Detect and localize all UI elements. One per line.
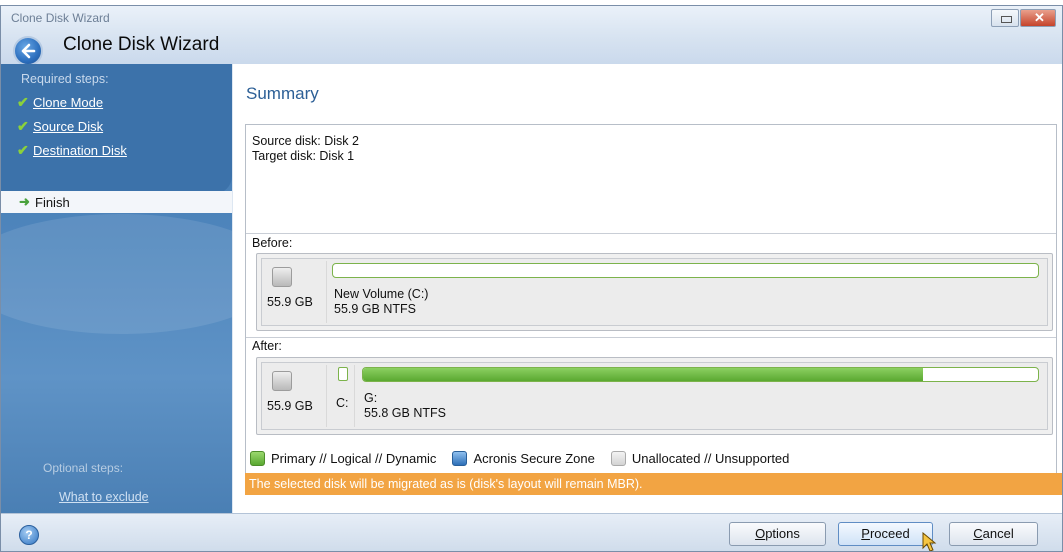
primary-swatch-icon <box>250 451 265 466</box>
check-icon: ✔ <box>17 141 29 158</box>
target-disk-text: Target disk: Disk 1 <box>252 149 355 163</box>
after-volume-fs: 55.8 GB NTFS <box>364 406 446 420</box>
check-icon: ✔ <box>17 93 29 110</box>
back-arrow-icon <box>21 43 36 59</box>
back-button[interactable] <box>13 36 43 66</box>
divider <box>246 337 1056 338</box>
unallocated-swatch-icon <box>610 451 626 466</box>
step-destination-disk[interactable]: ✔ Destination Disk <box>17 140 127 160</box>
after-disk-panel: 55.9 GB C: G: 55.8 GB NTFS <box>256 357 1053 435</box>
divider <box>326 365 327 427</box>
before-partition-bar[interactable] <box>332 263 1039 278</box>
step-source-disk-link[interactable]: Source Disk <box>33 119 103 134</box>
sidebar-decoration <box>1 214 232 334</box>
step-clone-mode-link[interactable]: Clone Mode <box>33 95 103 110</box>
close-button[interactable]: ✕ <box>1020 9 1056 27</box>
current-step-arrow-icon: ➜ <box>19 194 30 209</box>
proceed-hotkey: P <box>861 526 870 541</box>
before-disk-size: 55.9 GB <box>267 295 313 309</box>
footer-bar: ? Options Proceed Cancel <box>1 513 1062 551</box>
legend-primary-label: Primary // Logical // Dynamic <box>271 451 437 466</box>
after-disk-size: 55.9 GB <box>267 399 313 413</box>
divider <box>246 233 1056 234</box>
summary-box: Source disk: Disk 2 Target disk: Disk 1 … <box>245 124 1057 491</box>
close-icon: ✕ <box>1034 10 1045 25</box>
after-small-partition[interactable] <box>338 367 348 381</box>
partition-legend: Primary // Logical // Dynamic Acronis Se… <box>250 451 799 466</box>
after-partition-fill <box>363 368 924 381</box>
before-volume-name: New Volume (C:) <box>334 287 429 301</box>
proceed-label-rest: roceed <box>869 526 910 541</box>
main-content: Summary Source disk: Disk 2 Target disk:… <box>233 64 1062 513</box>
legend-unallocated: Unallocated // Unsupported <box>610 451 790 466</box>
wizard-heading: Clone Disk Wizard <box>63 34 220 55</box>
optional-steps-label: Optional steps: <box>43 461 124 475</box>
window-title: Clone Disk Wizard <box>11 11 110 25</box>
step-destination-disk-link[interactable]: Destination Disk <box>33 143 127 158</box>
cancel-hotkey: C <box>973 526 983 541</box>
options-button[interactable]: Options <box>729 522 826 546</box>
after-small-partition-label: C: <box>336 396 349 410</box>
disk-icon <box>272 267 292 287</box>
what-to-exclude-link[interactable]: What to exclude <box>59 490 149 504</box>
cancel-button[interactable]: Cancel <box>949 522 1038 546</box>
divider <box>326 261 327 323</box>
before-disk-panel: 55.9 GB New Volume (C:) 55.9 GB NTFS <box>256 253 1053 331</box>
legend-acronis-label: Acronis Secure Zone <box>473 451 595 466</box>
cancel-label-rest: ancel <box>982 526 1014 541</box>
before-volume-fs: 55.9 GB NTFS <box>334 302 416 316</box>
after-volume-name: G: <box>364 391 378 405</box>
mouse-cursor-icon <box>922 532 937 551</box>
mbr-warning-banner: The selected disk will be migrated as is… <box>245 473 1062 495</box>
legend-primary: Primary // Logical // Dynamic <box>250 451 436 466</box>
options-label-rest: ptions <box>765 526 800 541</box>
title-bar: Clone Disk Wizard Clone Disk Wizard ✕ <box>1 6 1062 66</box>
restore-button[interactable] <box>991 9 1019 27</box>
acronis-swatch-icon <box>452 451 468 466</box>
check-icon: ✔ <box>17 117 29 134</box>
disk-icon <box>272 371 292 391</box>
step-finish[interactable]: ➜ Finish <box>1 191 232 213</box>
before-label: Before: <box>252 236 293 250</box>
wizard-window: Clone Disk Wizard Clone Disk Wizard ✕ Re… <box>0 5 1063 552</box>
after-disk-row: 55.9 GB C: G: 55.8 GB NTFS <box>261 362 1048 430</box>
legend-unallocated-label: Unallocated // Unsupported <box>631 451 790 466</box>
legend-acronis: Acronis Secure Zone <box>452 451 595 466</box>
after-partition-bar[interactable] <box>362 367 1039 382</box>
required-steps-label: Required steps: <box>21 72 109 86</box>
step-finish-label: Finish <box>35 194 70 210</box>
proceed-button[interactable]: Proceed <box>838 522 933 546</box>
before-disk-row: 55.9 GB New Volume (C:) 55.9 GB NTFS <box>261 258 1048 326</box>
after-label: After: <box>252 339 282 353</box>
step-clone-mode[interactable]: ✔ Clone Mode <box>17 92 103 112</box>
step-source-disk[interactable]: ✔ Source Disk <box>17 116 103 136</box>
divider <box>354 365 355 427</box>
steps-sidebar: Required steps: ✔ Clone Mode ✔ Source Di… <box>1 64 232 513</box>
summary-title: Summary <box>246 84 319 103</box>
options-hotkey: O <box>755 526 766 541</box>
source-disk-text: Source disk: Disk 2 <box>252 134 359 148</box>
help-icon[interactable]: ? <box>19 525 39 545</box>
